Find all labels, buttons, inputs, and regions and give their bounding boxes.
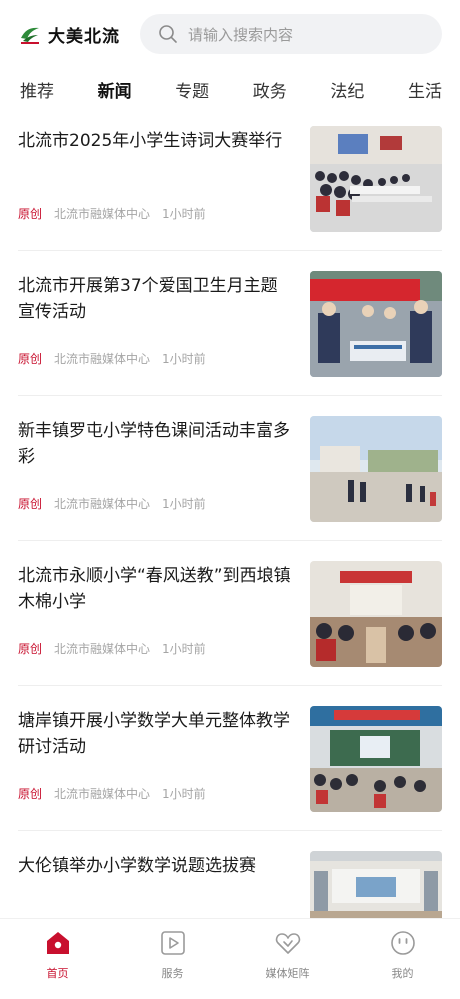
article-time: 1小时前 xyxy=(162,352,206,366)
article-source: 北流市融媒体中心 xyxy=(54,787,151,801)
article-meta: 原创 北流市融媒体中心 1小时前 xyxy=(18,350,206,367)
list-item[interactable]: 塘岸镇开展小学数学大单元整体教学研讨活动 原创 北流市融媒体中心 1小时前 xyxy=(18,698,442,843)
tab-recommend[interactable]: 推荐 xyxy=(20,77,54,102)
article-source: 北流市融媒体中心 xyxy=(54,352,151,366)
nav-label: 服务 xyxy=(161,967,184,980)
divider xyxy=(18,540,442,541)
list-item[interactable]: 新丰镇罗屯小学特色课间活动丰富多彩 原创 北流市融媒体中心 1小时前 xyxy=(18,408,442,553)
logo-text: 大美北流 xyxy=(48,26,120,47)
tab-topics[interactable]: 专题 xyxy=(175,77,209,102)
play-icon xyxy=(160,931,185,955)
divider xyxy=(18,685,442,686)
nav-label: 我的 xyxy=(391,967,414,980)
divider xyxy=(18,395,442,396)
header: 大美北流 请输入搜索内容 xyxy=(0,0,460,68)
article-meta: 原创 北流市融媒体中心 1小时前 xyxy=(18,205,206,222)
article-time: 1小时前 xyxy=(162,642,206,656)
original-tag: 原创 xyxy=(18,497,43,511)
tab-government[interactable]: 政务 xyxy=(253,77,287,102)
divider xyxy=(18,830,442,831)
article-source: 北流市融媒体中心 xyxy=(54,497,151,511)
article-meta: 原创 北流市融媒体中心 1小时前 xyxy=(18,495,206,512)
news-feed: 北流市2025年小学生诗词大赛举行 原创 北流市融媒体中心 1小时前 北流市开展… xyxy=(0,118,460,918)
article-meta: 原创 北流市融媒体中心 1小时前 xyxy=(18,640,206,657)
article-title: 塘岸镇开展小学数学大单元整体教学研讨活动 xyxy=(18,711,290,757)
nav-profile[interactable]: 我的 xyxy=(345,919,460,999)
nav-media-matrix[interactable]: 媒体矩阵 xyxy=(230,919,345,999)
article-thumbnail xyxy=(310,706,442,812)
nav-home[interactable]: 首页 xyxy=(0,919,115,999)
original-tag: 原创 xyxy=(18,787,43,801)
tab-life[interactable]: 生活 xyxy=(408,77,442,102)
search-input[interactable]: 请输入搜索内容 xyxy=(140,14,442,54)
list-item[interactable]: 大伦镇举办小学数学说题选拔赛 xyxy=(18,843,442,918)
heart-icon xyxy=(275,933,300,954)
article-title: 大伦镇举办小学数学说题选拔赛 xyxy=(18,856,256,876)
divider xyxy=(18,250,442,251)
article-time: 1小时前 xyxy=(162,207,206,221)
category-tabs: 推荐 新闻 专题 政务 法纪 生活 xyxy=(0,68,460,110)
profile-icon xyxy=(390,931,415,955)
search-icon xyxy=(159,25,177,43)
original-tag: 原创 xyxy=(18,352,43,366)
search-placeholder: 请输入搜索内容 xyxy=(188,25,294,44)
app-logo[interactable]: 大美北流 xyxy=(18,19,120,49)
article-time: 1小时前 xyxy=(162,787,206,801)
nav-service[interactable]: 服务 xyxy=(115,919,230,999)
article-source: 北流市融媒体中心 xyxy=(54,642,151,656)
article-thumbnail xyxy=(310,416,442,522)
tab-law[interactable]: 法纪 xyxy=(330,77,364,102)
article-meta: 原创 北流市融媒体中心 1小时前 xyxy=(18,785,206,802)
article-source: 北流市融媒体中心 xyxy=(54,207,151,221)
article-title: 北流市永顺小学“春风送教”到西埌镇木棉小学 xyxy=(18,566,291,612)
original-tag: 原创 xyxy=(18,207,43,221)
original-tag: 原创 xyxy=(18,642,43,656)
nav-label: 首页 xyxy=(46,967,69,980)
article-thumbnail xyxy=(310,126,442,232)
article-thumbnail xyxy=(310,561,442,667)
list-item[interactable]: 北流市2025年小学生诗词大赛举行 原创 北流市融媒体中心 1小时前 xyxy=(18,118,442,263)
article-thumbnail xyxy=(310,851,442,918)
home-icon xyxy=(46,932,69,954)
tab-news[interactable]: 新闻 xyxy=(98,77,132,102)
list-item[interactable]: 北流市开展第37个爱国卫生月主题宣传活动 原创 北流市融媒体中心 1小时前 xyxy=(18,263,442,408)
article-time: 1小时前 xyxy=(162,497,206,511)
article-title: 北流市2025年小学生诗词大赛举行 xyxy=(18,131,283,151)
article-title: 北流市开展第37个爱国卫生月主题宣传活动 xyxy=(18,276,278,322)
bottom-nav: 首页 服务 媒体矩阵 我的 xyxy=(0,918,460,999)
article-title: 新丰镇罗屯小学特色课间活动丰富多彩 xyxy=(18,421,290,467)
nav-label: 媒体矩阵 xyxy=(265,967,310,980)
list-item[interactable]: 北流市永顺小学“春风送教”到西埌镇木棉小学 原创 北流市融媒体中心 1小时前 xyxy=(18,553,442,698)
logo-icon xyxy=(21,27,39,44)
article-thumbnail xyxy=(310,271,442,377)
